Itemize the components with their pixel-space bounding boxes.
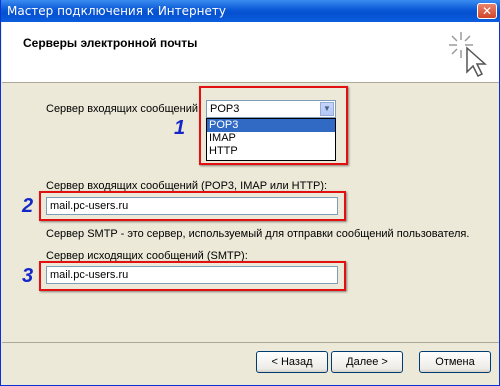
title-bar[interactable]: Мастер подключения к Интернету ✕ [1,0,500,22]
close-button[interactable]: ✕ [477,3,497,19]
next-button[interactable]: Далее > [331,351,403,373]
page-title: Серверы электронной почты [23,36,198,50]
annotation-box-2 [39,191,346,221]
back-button[interactable]: < Назад [256,351,328,373]
annotation-number-2: 2 [22,195,34,217]
annotation-box-3 [39,261,346,291]
annotation-box-1 [199,86,348,165]
wizard-cursor-icon [449,32,487,78]
smtp-description: Сервер SMTP - это сервер, используемый д… [46,228,470,240]
annotation-number-3: 3 [22,265,34,287]
cancel-button[interactable]: Отмена [419,351,491,373]
wizard-window: Мастер подключения к Интернету ✕ Серверы… [0,0,500,386]
annotation-number-1: 1 [174,117,186,139]
incoming-type-label: Сервер входящих сообщений: [46,103,202,115]
wizard-header: Серверы электронной почты [2,22,499,83]
divider [2,342,499,343]
window-title: Мастер подключения к Интернету [7,4,226,18]
